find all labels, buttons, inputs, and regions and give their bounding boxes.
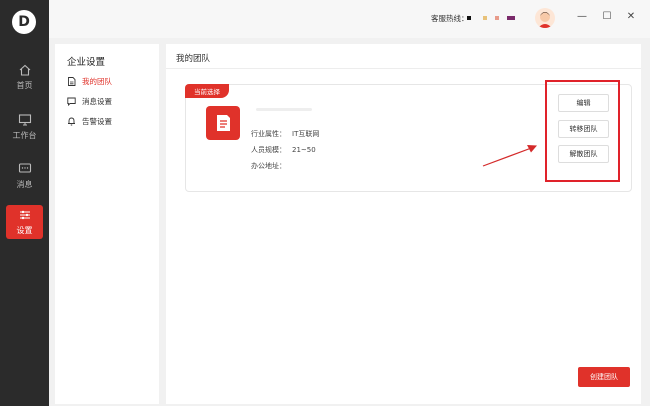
annotation-arrow-icon — [482, 145, 537, 167]
document-icon — [68, 77, 76, 86]
nav-messages[interactable]: 消息 — [0, 157, 49, 195]
team-name-placeholder — [256, 106, 316, 115]
hotline-label: 客服热线： — [431, 14, 469, 23]
app-logo: D — [12, 10, 36, 34]
message-icon — [18, 162, 31, 173]
nav-home[interactable]: 首页 — [0, 58, 49, 96]
team-document-icon — [206, 106, 240, 140]
hotline-color-1 — [467, 16, 471, 20]
size-row: 人员规模： 21~50 — [251, 145, 316, 155]
settings-title: 企业设置 — [67, 57, 106, 68]
monitor-icon — [18, 113, 31, 126]
bell-icon — [68, 117, 75, 126]
minimize-icon[interactable]: — — [576, 11, 588, 22]
nav-messages-label: 消息 — [16, 179, 33, 189]
subnav-my-team[interactable]: 我的团队 — [67, 76, 112, 87]
transfer-team-button[interactable]: 转移团队 — [558, 120, 609, 138]
main-panel: 我的团队 当前选择 行业属性： IT互联网 人员规模： 21~50 办公地址： 编辑… — [166, 44, 641, 404]
current-selection-badge: 当前选择 — [185, 84, 229, 98]
avatar-icon — [538, 12, 552, 28]
title-divider — [166, 68, 641, 69]
highlighted-action-group: 编辑 转移团队 解散团队 — [545, 80, 620, 182]
app-sidebar: D 首页 工作台 消息 设置 — [0, 0, 49, 406]
settings-sidebar: 企业设置 我的团队 消息设置 告警设置 — [55, 44, 159, 404]
hotline-color-2 — [483, 16, 487, 20]
industry-label: 行业属性： — [251, 130, 286, 138]
nav-workbench-label: 工作台 — [12, 130, 37, 140]
edit-button[interactable]: 编辑 — [558, 94, 609, 112]
close-icon[interactable]: ✕ — [625, 11, 637, 22]
size-value: 21~50 — [292, 146, 316, 154]
user-avatar[interactable] — [535, 8, 555, 28]
sliders-icon — [19, 210, 30, 219]
blurred-name-icon — [256, 108, 312, 111]
dissolve-team-button[interactable]: 解散团队 — [558, 145, 609, 163]
subnav-message-settings[interactable]: 消息设置 — [67, 96, 112, 107]
subnav-alert-settings[interactable]: 告警设置 — [67, 116, 112, 127]
nav-settings-label: 设置 — [16, 225, 33, 235]
hotline-color-4 — [507, 16, 515, 20]
size-label: 人员规模： — [251, 146, 286, 154]
nav-workbench[interactable]: 工作台 — [0, 108, 49, 146]
industry-value: IT互联网 — [292, 130, 320, 138]
industry-row: 行业属性： IT互联网 — [251, 129, 319, 139]
create-team-button[interactable]: 创建团队 — [578, 367, 630, 387]
page-title: 我的团队 — [176, 54, 211, 64]
nav-settings[interactable]: 设置 — [6, 205, 43, 239]
nav-home-label: 首页 — [16, 80, 33, 90]
address-label: 办公地址： — [251, 162, 286, 170]
hotline-color-3 — [495, 16, 499, 20]
chat-icon — [67, 97, 76, 106]
top-bar: 客服热线： — ☐ ✕ — [49, 0, 650, 38]
home-icon — [19, 64, 30, 76]
address-row: 办公地址： — [251, 161, 286, 171]
maximize-icon[interactable]: ☐ — [601, 11, 613, 22]
